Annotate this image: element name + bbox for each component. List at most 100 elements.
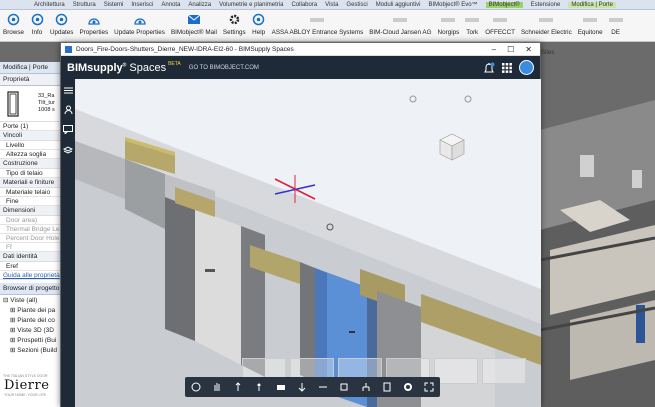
- offecct-button[interactable]: OFFECCT: [482, 10, 518, 41]
- first-person-icon[interactable]: [253, 381, 265, 393]
- assa-abloy-entrance-systems-button[interactable]: ASSA ABLOY Entrance Systems: [269, 10, 367, 41]
- de-button[interactable]: DE: [606, 10, 626, 41]
- settings-icon: [227, 13, 241, 26]
- ribbon-tab-bimobject-[interactable]: BIMobject®: [485, 1, 523, 8]
- ribbon-button-label: Browse: [3, 29, 24, 36]
- property-row[interactable]: Percent Door Hole: [0, 234, 61, 243]
- property-row[interactable]: Fine: [0, 197, 61, 206]
- property-row[interactable]: Altezza soglia: [0, 150, 61, 159]
- ribbon-tab-gestisci[interactable]: Gestisci: [346, 2, 367, 8]
- bim-cloud-jansen-ag-button[interactable]: BIM-Cloud Jansen AG: [366, 10, 434, 41]
- ribbon-tab-architettura[interactable]: Architettura: [34, 2, 65, 8]
- property-row[interactable]: Thermal Bridge Le: [0, 225, 61, 234]
- info-button[interactable]: Info: [27, 10, 47, 41]
- browser-tree-item[interactable]: ⊟ Viste (all): [0, 295, 61, 305]
- project-browser-header: Browser di progetto -: [0, 283, 61, 295]
- ribbon-tab-struttura[interactable]: Struttura: [73, 2, 96, 8]
- comment-icon[interactable]: [63, 125, 73, 134]
- property-section-header[interactable]: Materiali e finiture: [0, 178, 61, 188]
- ribbon-tab-estensione[interactable]: Estensione: [531, 2, 561, 8]
- section-icon[interactable]: [296, 381, 308, 393]
- ribbon-tab-collabora[interactable]: Collabora: [291, 2, 317, 8]
- browser-tree-label: Sezioni (Build: [17, 347, 58, 354]
- properties-button[interactable]: Properties: [76, 10, 111, 41]
- property-section-header[interactable]: Costruzione: [0, 159, 61, 169]
- user-icon[interactable]: [64, 105, 73, 114]
- maximize-button[interactable]: ☐: [507, 45, 514, 54]
- schneider-logo: [539, 13, 554, 26]
- instance-filter[interactable]: Porte (1): [0, 122, 61, 131]
- ribbon-tab-sistemi[interactable]: Sistemi: [104, 2, 124, 8]
- properties-help-link[interactable]: Guida alle proprietà: [0, 271, 61, 280]
- property-row[interactable]: Tipo di telaio: [0, 169, 61, 178]
- browser-tree-item[interactable]: ⊞ Prospetti (Bui: [0, 335, 61, 345]
- browser-tree-item[interactable]: ⊞ Sezioni (Build: [0, 345, 61, 355]
- settings-button[interactable]: Settings: [220, 10, 249, 41]
- bimobject-mail-button[interactable]: BIMobject® Mail: [168, 10, 220, 41]
- updates-icon: [55, 13, 69, 26]
- property-row[interactable]: Door area): [0, 216, 61, 225]
- property-row[interactable]: Materiale telaio: [0, 188, 61, 197]
- help-button[interactable]: Help: [249, 10, 269, 41]
- property-row[interactable]: Livello: [0, 141, 61, 150]
- ribbon-button-label: BIM-Cloud Jansen AG: [369, 29, 432, 36]
- ribbon-tab-volumetrie-e-planimetria[interactable]: Volumetrie e planimetria: [219, 2, 283, 8]
- property-row[interactable]: Ff: [0, 243, 61, 252]
- property-section-header[interactable]: Dati identità: [0, 252, 61, 262]
- ribbon-tab-modifica-porte[interactable]: Modifica | Porte: [568, 1, 616, 8]
- minimize-button[interactable]: –: [492, 45, 496, 54]
- browser-tree-label: Piante dei pa: [17, 307, 56, 314]
- orbit-icon[interactable]: [190, 381, 202, 393]
- tork-button[interactable]: Tork: [462, 10, 482, 41]
- ribbon-tab-inserisci[interactable]: Inserisci: [131, 2, 153, 8]
- property-row[interactable]: Eref: [0, 262, 61, 271]
- property-section-header[interactable]: Vincoli: [0, 131, 61, 141]
- zoom-icon[interactable]: [232, 381, 244, 393]
- ribbon-panel: Browse Info Updates Properties Update Proper…: [0, 10, 655, 42]
- sites-label: Sites: [541, 50, 555, 56]
- browser-tree-item[interactable]: ⊞ Piante del co: [0, 315, 61, 325]
- ribbon-tab-annota[interactable]: Annota: [161, 2, 180, 8]
- ribbon-tab-moduli-aggiuntivi[interactable]: Moduli aggiuntivi: [376, 2, 421, 8]
- notification-icon[interactable]: [483, 62, 495, 74]
- ribbon-tab-vista[interactable]: Vista: [325, 2, 338, 8]
- view-thumbnail-6[interactable]: [482, 358, 526, 384]
- update-properties-button[interactable]: Update Properties: [111, 10, 168, 41]
- ribbon-tab-analizza[interactable]: Analizza: [188, 2, 211, 8]
- view-cube-icon: [439, 133, 465, 161]
- bimsupply-titlebar: Doors_Fire-Doors-Shutters_Dierre_NEW-IDR…: [61, 43, 540, 56]
- goto-bimobject-link[interactable]: GO TO BIMOBJECT.COM: [189, 65, 259, 71]
- fullscreen-icon[interactable]: [423, 381, 435, 393]
- bimsupply-window: Doors_Fire-Doors-Shutters_Dierre_NEW-IDR…: [60, 42, 541, 407]
- camera-icon[interactable]: [275, 381, 287, 393]
- browser-tree-label: Viste 3D (3D: [17, 327, 54, 334]
- properties-icon[interactable]: [381, 381, 393, 393]
- menu-icon[interactable]: [63, 87, 73, 94]
- explode-icon[interactable]: [338, 381, 350, 393]
- property-section-header[interactable]: Dimensioni: [0, 206, 61, 216]
- measure-icon[interactable]: [317, 381, 329, 393]
- jansen-logo: [393, 13, 408, 26]
- norgips-button[interactable]: Norgips: [435, 10, 463, 41]
- viewer-toolbar: [185, 377, 440, 397]
- schneider-electric-button[interactable]: Schneider Electric: [518, 10, 575, 41]
- settings-gear-icon[interactable]: [402, 381, 414, 393]
- view-thumbnail-5[interactable]: [434, 358, 478, 384]
- brand-spaces: Spaces: [129, 61, 167, 74]
- browser-tree-item[interactable]: ⊞ Viste 3D (3D: [0, 325, 61, 335]
- type-selector[interactable]: 33_Ra Tilt_tur 1008 s: [0, 86, 61, 122]
- layers-icon[interactable]: [63, 145, 73, 154]
- close-button[interactable]: ✕: [525, 45, 532, 54]
- browser-tree-item[interactable]: ⊞ Piante dei pa: [0, 305, 61, 315]
- ribbon-tab-bimobject-evo-[interactable]: BIMobject® Evo™: [428, 2, 477, 8]
- updates-button[interactable]: Updates: [47, 10, 76, 41]
- model-tree-icon[interactable]: [360, 381, 372, 393]
- equitone-button[interactable]: Equitone: [575, 10, 606, 41]
- door-type-icon: [7, 90, 19, 117]
- user-avatar[interactable]: [519, 60, 534, 75]
- pan-hand-icon[interactable]: [211, 381, 223, 393]
- apps-grid-icon[interactable]: [502, 62, 512, 73]
- beta-badge: BETA: [168, 61, 181, 67]
- browse-button[interactable]: Browse: [0, 10, 27, 41]
- properties-panel: Modifica | Porte Proprietà 33_Ra Tilt_tu…: [0, 62, 62, 407]
